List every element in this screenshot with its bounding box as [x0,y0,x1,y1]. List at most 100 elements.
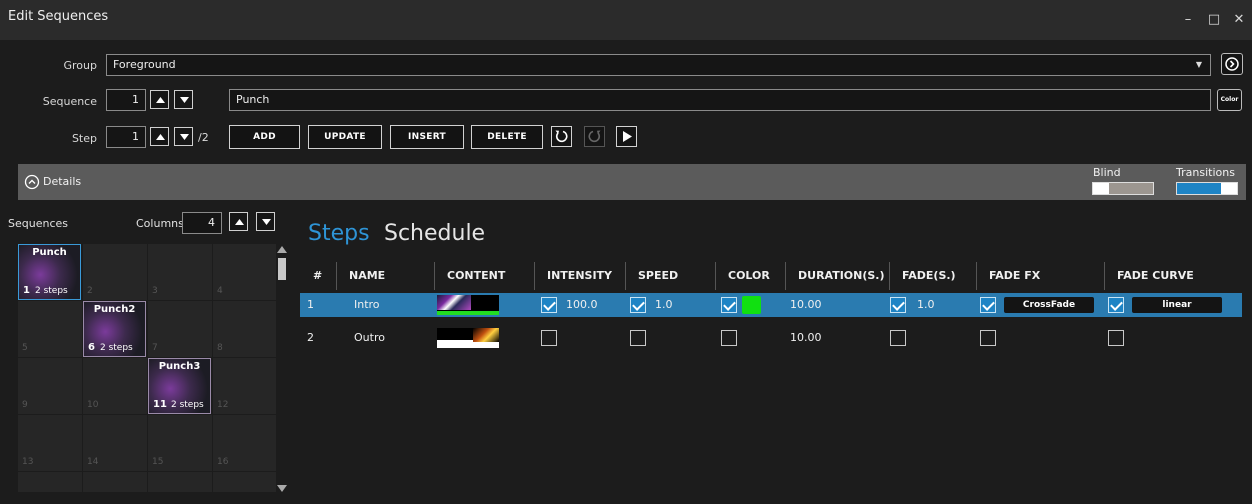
sequence-label: Sequence [42,95,97,108]
content-image [473,328,499,342]
update-button[interactable]: UPDATE [308,125,382,149]
sequence-slot[interactable]: 2 [83,244,147,300]
col-header-content: CONTENT [434,262,505,290]
sequence-slot[interactable]: 16 [213,415,277,471]
col-header-speed: SPEED [625,262,678,290]
undo-button[interactable] [551,126,572,147]
fade-checkbox[interactable] [890,330,906,346]
undo-icon [555,130,568,143]
fade-fx-checkbox[interactable] [980,297,996,313]
fade-fx-dropdown[interactable]: CrossFade [1004,297,1094,313]
table-row[interactable]: 1 Intro 100.0 1.0 10.00 1.0 CrossFade li… [300,293,1242,317]
scroll-up-icon [277,246,287,253]
close-button[interactable]: ✕ [1227,8,1251,32]
tab-steps[interactable]: Steps [308,221,370,246]
sequence-name-input[interactable]: Punch [229,89,1211,111]
blind-toggle[interactable] [1092,182,1154,195]
sequence-slot[interactable] [18,472,82,492]
group-label: Group [63,59,98,72]
color-button[interactable]: Color [1217,89,1242,111]
sequence-slot[interactable]: 12 [213,358,277,414]
columns-input[interactable]: 4 [182,212,222,234]
maximize-button[interactable]: □ [1202,8,1226,32]
sequence-tile[interactable]: Punch 1 2 steps [18,244,81,300]
intensity-checkbox[interactable] [541,330,557,346]
step-up-button[interactable] [150,127,169,146]
transitions-label: Transitions [1176,166,1235,179]
sequence-slot[interactable]: 15 [148,415,212,471]
play-button[interactable] [616,126,637,147]
sequence-tile-steps: 2 steps [35,286,68,296]
delete-button[interactable]: DELETE [471,125,543,149]
row-name: Outro [354,331,385,344]
sequence-slot[interactable]: 3 [148,244,212,300]
sequence-slot[interactable]: 4 [213,244,277,300]
fade-checkbox[interactable] [890,297,906,313]
sequence-slot[interactable]: 5 [18,301,82,357]
step-total: /2 [198,131,209,144]
transitions-toggle-knob [1221,183,1237,194]
add-button[interactable]: ADD [229,125,300,149]
content-thumbnail [437,328,499,348]
grid-scrollbar[interactable] [276,244,288,496]
blind-toggle-knob [1093,183,1109,194]
sequence-slot[interactable]: 7 [148,301,212,357]
color-checkbox[interactable] [721,330,737,346]
sequence-number-input[interactable]: 1 [106,89,146,111]
scroll-down-icon [277,485,287,492]
sequence-slot-number: 8 [217,343,223,353]
details-bar[interactable]: Details Blind Transitions [18,164,1246,200]
columns-up-button[interactable] [229,212,248,231]
sequence-slot-number: 16 [217,457,229,467]
sequence-slot-number: 14 [87,457,99,467]
sequence-slot-number: 2 [87,286,93,296]
intensity-checkbox[interactable] [541,297,557,313]
color-checkbox[interactable] [721,297,737,313]
window-title: Edit Sequences [8,9,109,24]
fade-curve-checkbox[interactable] [1108,297,1124,313]
sequence-up-button[interactable] [150,90,169,109]
sequence-slot[interactable]: 8 [213,301,277,357]
sequence-slot[interactable] [148,472,212,492]
insert-button[interactable]: INSERT [390,125,464,149]
arrow-up-icon [156,134,165,140]
step-down-button[interactable] [174,127,193,146]
sequence-tile-name: Punch2 [93,304,136,315]
sequence-slot-number: 9 [22,400,28,410]
sequence-slot[interactable] [83,472,147,492]
group-go-button[interactable] [1221,53,1243,75]
scrollbar-thumb[interactable] [278,258,286,280]
sequence-tile[interactable]: Punch3 11 2 steps [148,358,211,414]
fade-fx-checkbox[interactable] [980,330,996,346]
sequence-slot[interactable]: 14 [83,415,147,471]
tab-schedule[interactable]: Schedule [384,221,485,246]
sequence-slot-number: 10 [87,400,99,410]
fade-curve-dropdown[interactable]: linear [1132,297,1222,313]
group-dropdown[interactable]: Foreground ▼ [106,54,1211,76]
fade-curve-checkbox[interactable] [1108,330,1124,346]
sequence-tile-number: 1 [23,285,30,296]
col-header-intensity: INTENSITY [534,262,612,290]
minimize-button[interactable]: – [1176,8,1200,32]
speed-checkbox[interactable] [630,297,646,313]
columns-down-button[interactable] [256,212,275,231]
sequence-slot[interactable]: 13 [18,415,82,471]
color-swatch[interactable] [742,296,761,314]
row-number: 1 [307,298,314,311]
duration-value: 10.00 [790,298,822,311]
speed-checkbox[interactable] [630,330,646,346]
content-color-bar [437,311,499,315]
transitions-toggle[interactable] [1176,182,1238,195]
sequence-down-button[interactable] [174,90,193,109]
table-row[interactable]: 2 Outro 10.00 [300,326,1242,350]
col-header-fade-fx: FADE FX [976,262,1040,290]
duration-value: 10.00 [790,331,822,344]
sequence-tile[interactable]: Punch2 6 2 steps [83,301,146,357]
step-number-input[interactable]: 1 [106,126,146,148]
sequence-slot[interactable]: 10 [83,358,147,414]
intensity-value: 100.0 [566,298,598,311]
sequence-slot[interactable]: 9 [18,358,82,414]
play-icon [623,131,632,142]
sequence-slot[interactable] [213,472,277,492]
arrow-up-icon [235,219,244,225]
